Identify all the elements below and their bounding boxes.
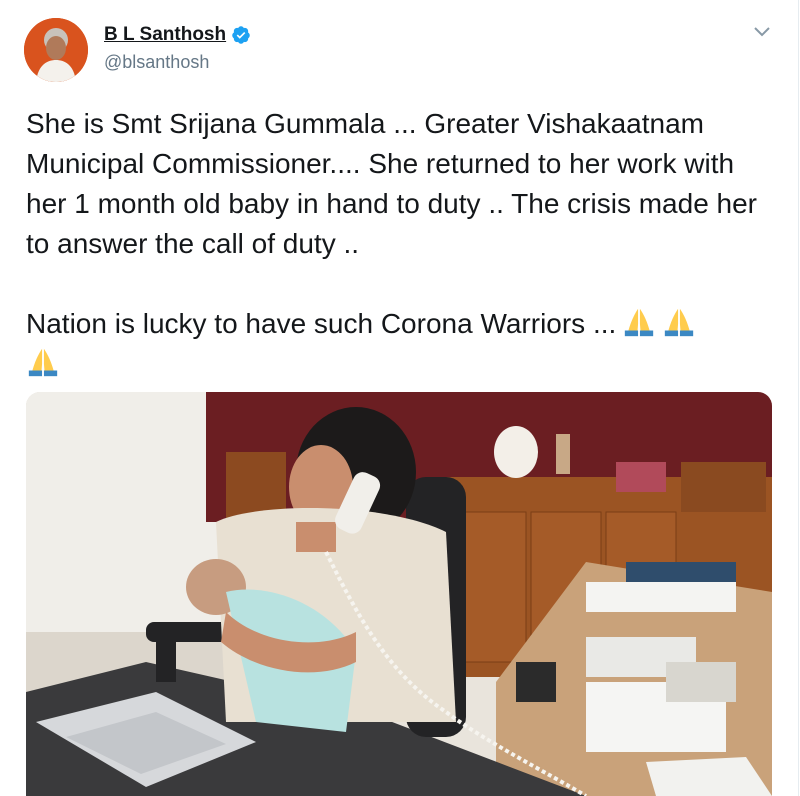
office-photo-icon — [26, 392, 772, 796]
chevron-down-icon[interactable] — [752, 24, 772, 40]
profile-photo-icon — [24, 18, 88, 82]
folded-hands-icon — [665, 308, 694, 337]
verified-badge-icon — [232, 26, 250, 44]
author-handle[interactable]: @blsanthosh — [104, 52, 209, 73]
tweet-card: B L Santhosh @blsanthosh She is Smt Srij… — [0, 0, 799, 796]
folded-hands-icon — [625, 308, 654, 337]
tweet-text: She is Smt Srijana Gummala ... Greater V… — [26, 104, 774, 384]
tweet-paragraph-1: She is Smt Srijana Gummala ... Greater V… — [26, 108, 765, 259]
author-display-name[interactable]: B L Santhosh — [104, 24, 226, 46]
tweet-photo[interactable] — [26, 392, 772, 796]
tweet-paragraph-2: Nation is lucky to have such Corona Warr… — [26, 308, 617, 339]
author-name-row: B L Santhosh — [104, 24, 251, 46]
author-avatar[interactable] — [24, 18, 88, 82]
folded-hands-icon — [28, 348, 58, 377]
